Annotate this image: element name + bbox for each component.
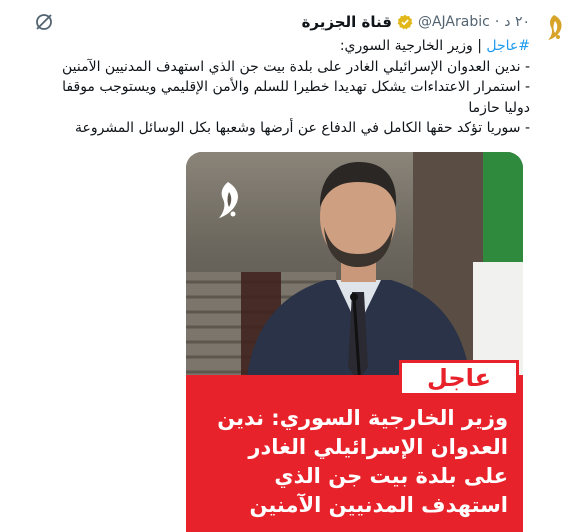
tweet-time[interactable]: ٢٠ د	[504, 14, 530, 30]
breaking-badge-label: عاجل	[426, 364, 492, 392]
breaking-headline: وزير الخارجية السوري: ندين العدوان الإسر…	[198, 404, 508, 520]
speaker-figure	[246, 162, 471, 387]
tweet-header: قناة الجزيرة @AJArabic · ٢٠ د	[302, 11, 530, 33]
tweet-line: - استمرار الاعتداءات يشكل تهديدا خطيرا ل…	[62, 79, 530, 95]
tweet-line: - ندين العدوان الإسرائيلي الغادر على بلد…	[61, 58, 530, 75]
author-handle[interactable]: @AJArabic	[418, 14, 490, 30]
headline-line: العدوان الإسرائيلي الغادر	[248, 435, 508, 459]
author-name[interactable]: قناة الجزيرة	[302, 13, 392, 31]
grok-icon[interactable]	[34, 12, 54, 32]
tweet-media-image[interactable]: عاجل وزير الخارجية السوري: ندين العدوان …	[186, 152, 523, 532]
hashtag-link[interactable]: #عاجل	[486, 38, 530, 54]
separator-dot: ·	[494, 14, 500, 30]
verified-badge-icon	[397, 14, 413, 30]
tweet-line: - سوريا تؤكد حقها الكامل في الدفاع عن أر…	[74, 120, 530, 136]
aljazeera-logo-icon	[548, 15, 562, 40]
avatar[interactable]	[538, 12, 570, 44]
breaking-badge: عاجل	[399, 360, 519, 396]
headline-line: وزير الخارجية السوري: ندين	[217, 406, 508, 430]
aljazeera-watermark-icon	[219, 182, 238, 218]
tweet-line: دوليا حازما	[468, 99, 530, 116]
tweet-line: #عاجل | وزير الخارجية السوري:	[10, 36, 530, 57]
headline-line: استهدف المدنيين الآمنين	[249, 493, 508, 517]
tweet-line-text: | وزير الخارجية السوري:	[339, 38, 487, 54]
headline-line: على بلدة بيت جن الذي	[274, 464, 508, 488]
tweet-text: #عاجل | وزير الخارجية السوري: - ندين الع…	[10, 36, 530, 139]
